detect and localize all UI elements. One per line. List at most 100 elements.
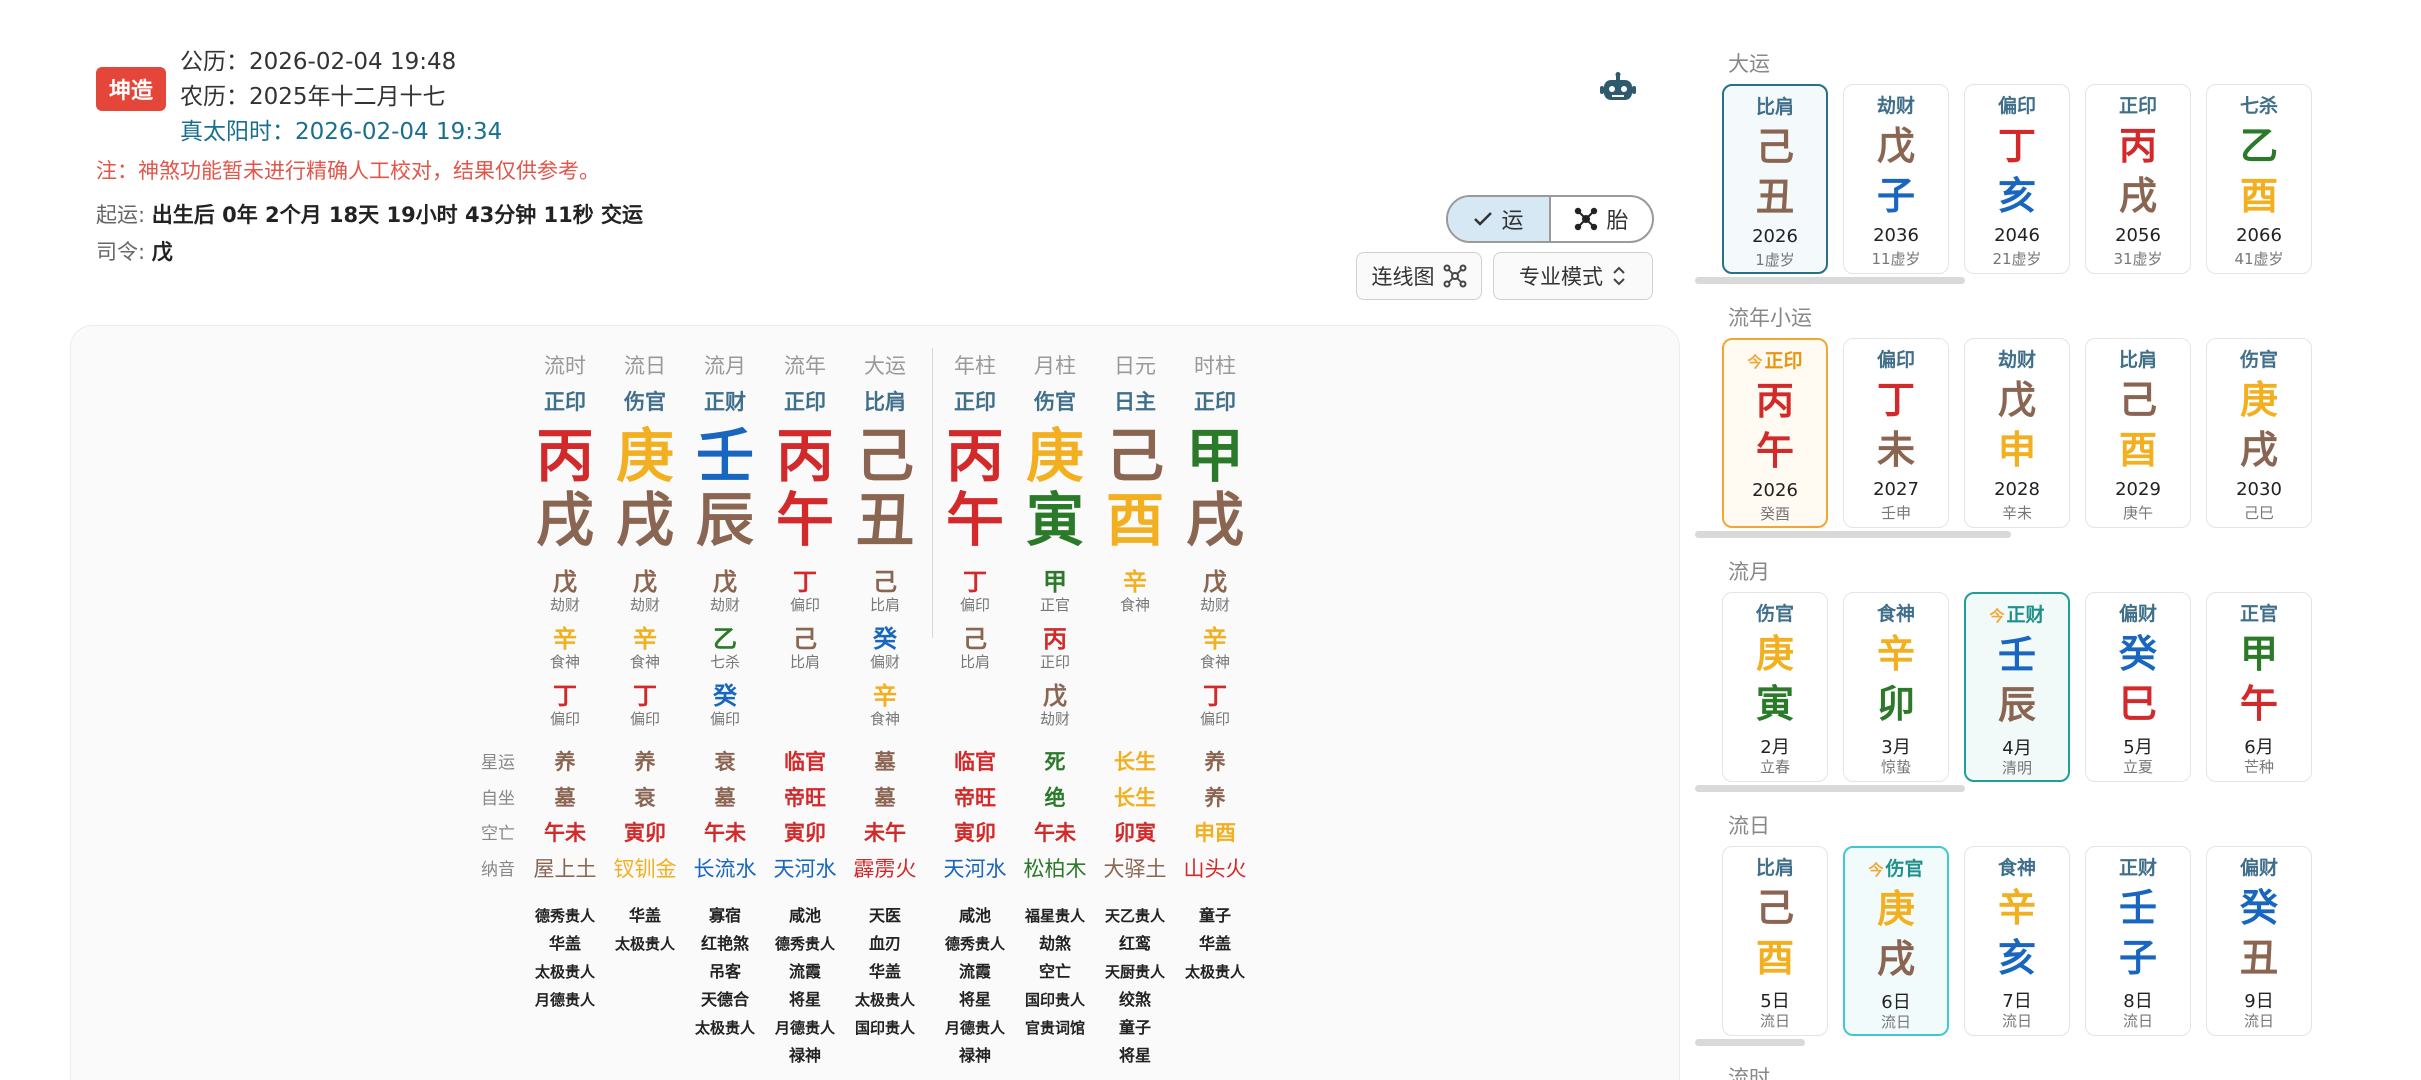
shensha-item: 空亡 xyxy=(1038,962,1071,981)
fortune-card[interactable]: 正财壬子 8日 流日 xyxy=(2085,846,2191,1036)
column-ten-god: 伤官 xyxy=(624,390,666,414)
hidden-stem-char: 戊 xyxy=(553,568,577,596)
heavenly-stem: 甲 xyxy=(1185,422,1244,490)
card-subtitle: 1虚岁 xyxy=(1755,251,1795,269)
hidden-stem-ten-god: 食神 xyxy=(1199,653,1230,671)
fortune-card[interactable]: 食神辛卯 3月 惊蛰 xyxy=(1843,592,1949,782)
zizuo-value: 墓 xyxy=(874,786,896,810)
row-label-nayin: 纳音 xyxy=(481,860,515,880)
shensha-item: 国印贵人 xyxy=(1024,991,1085,1009)
qiyun-value: 出生后 0年 2个月 18天 19小时 43分钟 11秒 交运 xyxy=(151,203,644,227)
hidden-stem: 丁偏印 xyxy=(770,568,840,614)
earthly-branch: 戌 xyxy=(615,486,674,554)
card-ten-god: 偏印 xyxy=(1844,345,1948,372)
card-stem: 戊 xyxy=(1997,378,2036,422)
fortune-card[interactable]: 伤官庚寅 2月 立春 xyxy=(1722,592,1828,782)
fortune-card[interactable]: 偏财癸巳 5月 立夏 xyxy=(2085,592,2191,782)
fortune-card[interactable]: 正印丙戌 2056 31虚岁 xyxy=(2085,84,2191,274)
column-ten-god: 比肩 xyxy=(864,390,906,414)
shensha-item: 月德贵人 xyxy=(534,991,595,1009)
earthly-branch: 丑 xyxy=(855,486,914,554)
card-branch: 丑 xyxy=(1755,175,1794,219)
card-ten-god: 伤官 xyxy=(2207,345,2311,372)
fortune-card[interactable]: 劫财戊子 2036 11虚岁 xyxy=(1843,84,1949,274)
card-ten-god: 劫财 xyxy=(1844,91,1948,118)
column-header: 时柱 xyxy=(1194,354,1236,378)
fortune-card[interactable]: 偏财癸丑 9日 流日 xyxy=(2206,846,2312,1036)
heavenly-stem: 丙 xyxy=(775,422,834,490)
toggle-yun[interactable]: 运 xyxy=(1448,197,1551,241)
fortune-card[interactable]: 比肩己酉 5日 流日 xyxy=(1722,846,1828,1036)
card-stem: 乙 xyxy=(2239,124,2278,168)
lunar-date: 农历：2025年十二月十七 xyxy=(180,84,446,110)
card-branch: 子 xyxy=(1876,174,1915,218)
hidden-stem: 辛食神 xyxy=(610,625,680,671)
fortune-card[interactable]: 偏印丁未 2027 壬申 xyxy=(1843,338,1949,528)
nayin-value: 霹雳火 xyxy=(853,857,917,881)
fortune-card[interactable]: 比肩己丑 2026 1虚岁 xyxy=(1722,84,1828,274)
kongwang-value: 寅卯 xyxy=(784,821,826,845)
section-scrollbar[interactable] xyxy=(1695,531,2011,538)
column-header: 年柱 xyxy=(954,354,996,378)
section-scrollbar[interactable] xyxy=(1695,277,1965,284)
nayin-value: 天河水 xyxy=(943,857,1007,881)
card-ten-god-label: 比肩 xyxy=(1755,857,1794,879)
shensha-item: 天德合 xyxy=(700,990,749,1009)
column-ten-god: 正印 xyxy=(784,390,826,414)
card-stem: 戊 xyxy=(1876,124,1915,168)
card-period: 2026 xyxy=(1752,480,1798,501)
hidden-stem-ten-god: 偏印 xyxy=(959,596,990,614)
mode-select-button[interactable]: 专业模式 xyxy=(1493,252,1653,300)
card-subtitle: 流日 xyxy=(1759,1012,1790,1030)
section-scrollbar[interactable] xyxy=(1695,1039,1805,1046)
fortune-card[interactable]: 今伤官庚戌 6日 流日 xyxy=(1843,846,1949,1036)
kongwang-value: 寅卯 xyxy=(624,821,666,845)
heavenly-stem: 丙 xyxy=(945,422,1004,490)
fortune-card[interactable]: 正官甲午 6月 芒种 xyxy=(2206,592,2312,782)
toggle-tai[interactable]: 胎 xyxy=(1551,197,1652,241)
card-stem: 辛 xyxy=(1876,632,1915,676)
shensha-item: 将星 xyxy=(958,990,991,1009)
hidden-stem-char: 辛 xyxy=(1123,568,1147,596)
robot-icon[interactable] xyxy=(1600,72,1636,104)
kongwang-value: 申酉 xyxy=(1194,821,1236,845)
fortune-card[interactable]: 比肩己酉 2029 庚午 xyxy=(2085,338,2191,528)
fortune-card[interactable]: 今正印丙午 2026 癸酉 xyxy=(1722,338,1828,528)
shensha-item: 太极贵人 xyxy=(694,1019,755,1037)
card-subtitle: 流日 xyxy=(1880,1013,1911,1031)
xingyun-value: 死 xyxy=(1044,750,1066,774)
fortune-card[interactable]: 七杀乙酉 2066 41虚岁 xyxy=(2206,84,2312,274)
column-header: 大运 xyxy=(864,354,906,378)
hidden-stem: 己比肩 xyxy=(850,568,920,614)
fortune-card[interactable]: 偏印丁亥 2046 21虚岁 xyxy=(1964,84,2070,274)
hidden-stem: 己比肩 xyxy=(940,625,1010,671)
yun-tai-toggle[interactable]: 运 胎 xyxy=(1446,195,1654,243)
earthly-branch: 辰 xyxy=(695,486,754,554)
card-ten-god: 偏财 xyxy=(2207,853,2311,880)
lianxian-button[interactable]: 连线图 xyxy=(1356,252,1482,300)
card-ten-god: 今正财 xyxy=(1966,600,2068,627)
today-mark: 今 xyxy=(1747,353,1763,371)
hidden-stem: 丁偏印 xyxy=(1180,682,1250,728)
fortune-card[interactable]: 劫财戊申 2028 辛未 xyxy=(1964,338,2070,528)
card-branch: 未 xyxy=(1876,428,1915,472)
fortune-card[interactable]: 食神辛亥 7日 流日 xyxy=(1964,846,2070,1036)
section-scrollbar[interactable] xyxy=(1695,785,1965,792)
heavenly-stem: 己 xyxy=(1105,422,1164,490)
hidden-stem: 癸偏印 xyxy=(690,682,760,728)
card-subtitle: 癸酉 xyxy=(1759,505,1790,523)
column-header: 流年 xyxy=(784,354,826,378)
shensha-item: 天医 xyxy=(868,906,901,925)
xingyun-value: 衰 xyxy=(714,750,736,774)
shensha-item: 咸池 xyxy=(788,906,821,925)
fortune-card[interactable]: 伤官庚戌 2030 己巳 xyxy=(2206,338,2312,528)
nayin-value: 松柏木 xyxy=(1023,857,1087,881)
hidden-stem: 戊劫财 xyxy=(690,568,760,614)
card-ten-god: 比肩 xyxy=(1724,92,1826,119)
hidden-stem-char: 乙 xyxy=(713,625,737,653)
card-stem: 庚 xyxy=(1755,632,1794,676)
card-ten-god-label: 比肩 xyxy=(1755,96,1794,118)
fortune-card[interactable]: 今正财壬辰 4月 清明 xyxy=(1964,592,2070,782)
card-ten-god-label: 劫财 xyxy=(1876,95,1915,117)
card-subtitle: 11虚岁 xyxy=(1871,250,1921,268)
